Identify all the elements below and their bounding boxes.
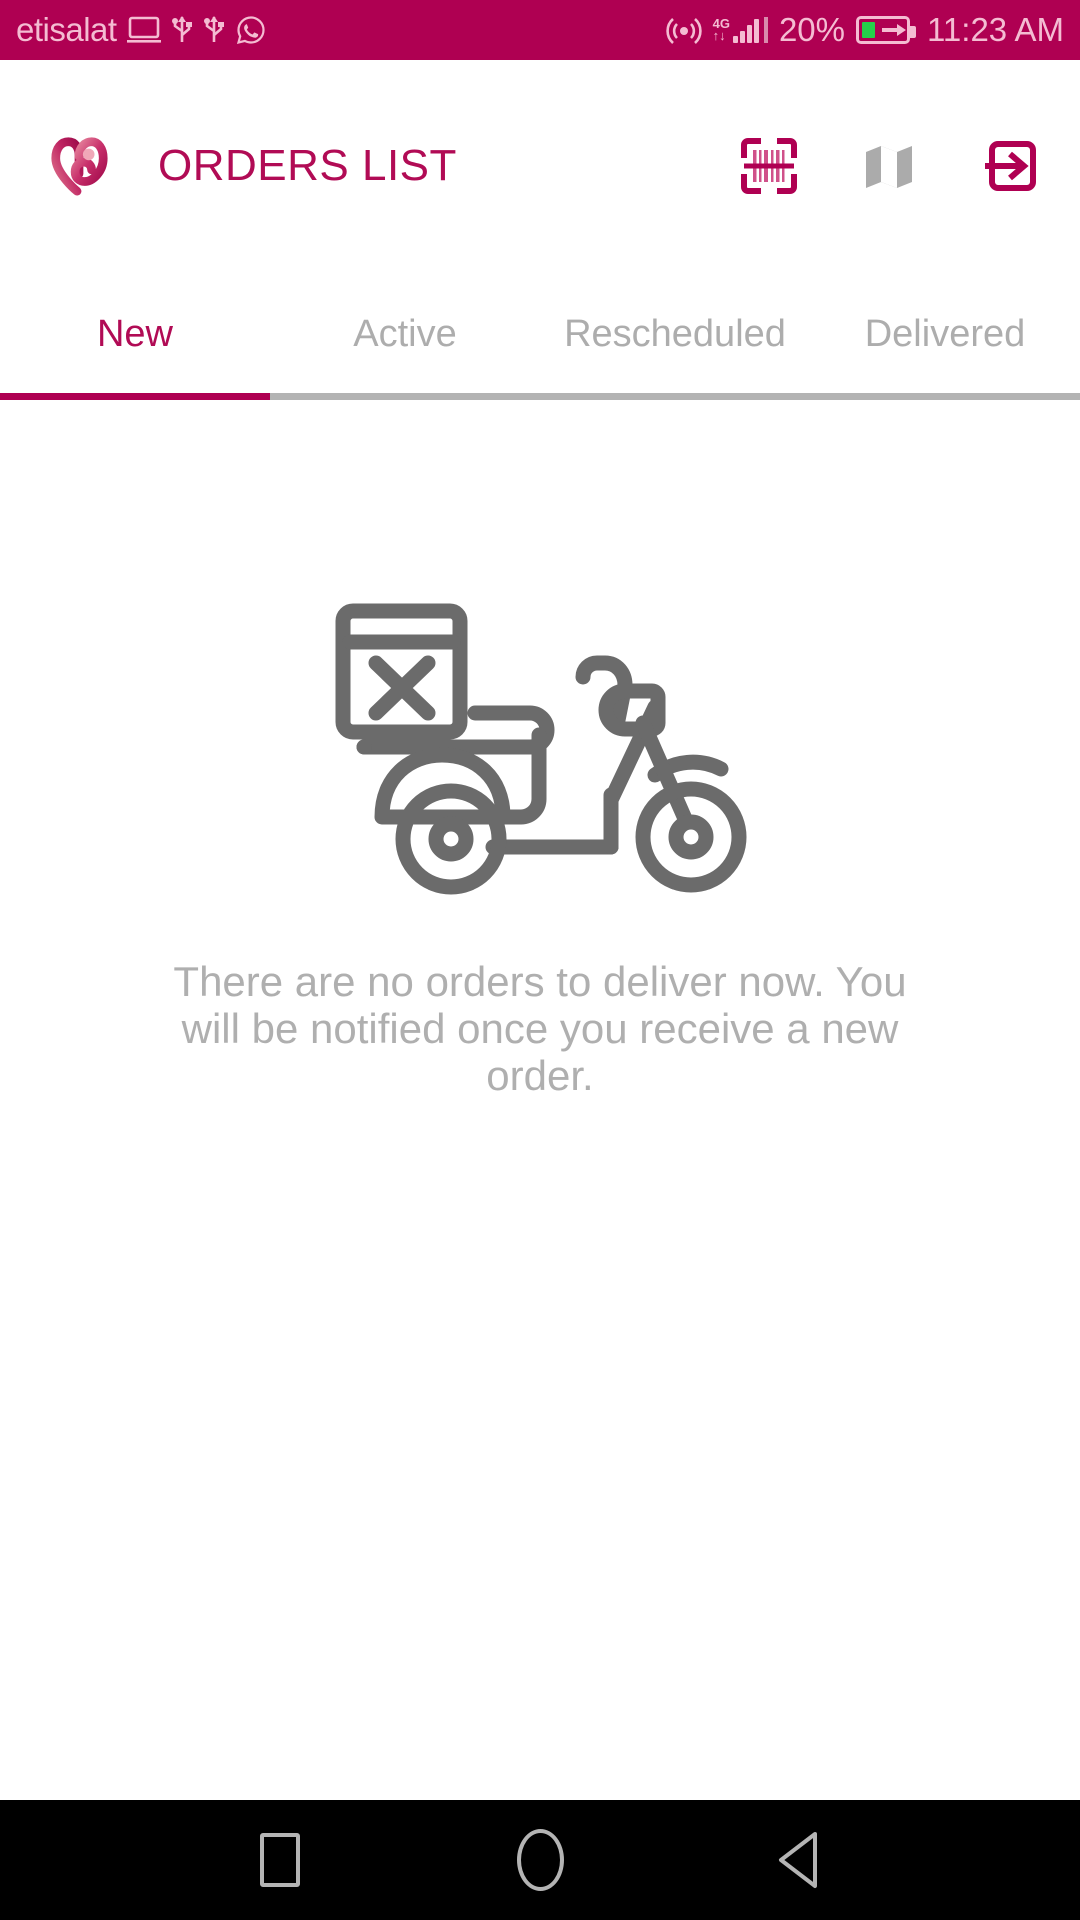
app-bar: ORDERS LIST [0, 60, 1080, 272]
tab-active-indicator [0, 393, 270, 400]
battery-charging-arrow-icon [882, 24, 907, 36]
recents-button[interactable] [245, 1825, 315, 1895]
home-circle-icon [516, 1829, 564, 1891]
tab-bar: New Active Rescheduled Delivered [0, 272, 1080, 400]
network-type-label: 4G ↑↓ [712, 17, 730, 43]
tab-rescheduled[interactable]: Rescheduled [540, 313, 810, 356]
usb-icon [171, 16, 192, 42]
clock-label: 11:23 AM [927, 11, 1064, 48]
signal-bars-icon [732, 17, 759, 43]
usb-icon [203, 16, 224, 42]
laptop-icon [126, 16, 161, 43]
status-bar: etisalat 4G ↑↓ 20% 11:23 AM [0, 0, 1080, 60]
recents-square-icon [260, 1833, 300, 1887]
barcode-scanner-icon [741, 138, 797, 194]
network-type-arrows: ↑↓ [712, 28, 726, 43]
orders-empty-state: There are no orders to deliver now. You … [0, 400, 1080, 1800]
app-screen: etisalat 4G ↑↓ 20% 11:23 AM ORDERS LIST … [0, 0, 1080, 1920]
whatsapp-icon [236, 16, 265, 45]
barcode-scanner-button[interactable] [738, 135, 800, 197]
battery-icon [856, 16, 917, 44]
tab-new[interactable]: New [0, 313, 270, 356]
logout-icon [985, 141, 1036, 191]
logout-button[interactable] [978, 135, 1040, 197]
home-button[interactable] [505, 1825, 575, 1895]
status-bar-left: etisalat [16, 11, 267, 49]
tab-delivered[interactable]: Delivered [810, 313, 1080, 356]
app-bar-actions [738, 135, 1040, 197]
status-bar-right: 4G ↑↓ 20% 11:23 AM [665, 11, 1064, 49]
signal-separator [763, 17, 768, 43]
battery-percent-label: 20% [778, 11, 846, 48]
scooter-no-delivery-icon [335, 603, 747, 895]
brand-block: ORDERS LIST [48, 135, 457, 197]
battery-fill [862, 22, 876, 38]
tab-active[interactable]: Active [270, 313, 540, 356]
android-nav-bar [0, 1800, 1080, 1920]
brand-swirl-logo-icon [51, 137, 108, 196]
signal-indicator: 4G ↑↓ [713, 17, 768, 43]
map-icon [866, 146, 912, 188]
hotspot-icon [665, 18, 702, 44]
back-button[interactable] [765, 1825, 835, 1895]
map-button[interactable] [858, 135, 920, 197]
back-triangle-icon [779, 1832, 817, 1888]
carrier-label: etisalat [16, 11, 117, 48]
empty-state-message: There are no orders to deliver now. You … [173, 958, 907, 1100]
page-title: ORDERS LIST [158, 141, 457, 190]
